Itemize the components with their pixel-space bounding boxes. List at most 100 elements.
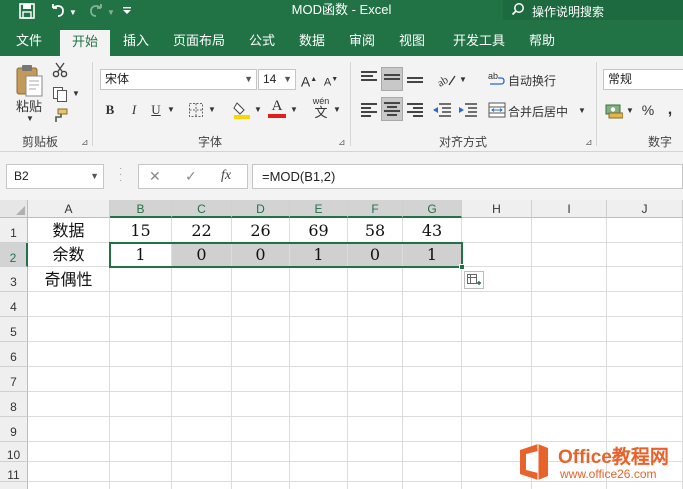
number-format-select[interactable]: 常规: [603, 69, 683, 90]
cell-d1[interactable]: 26: [232, 218, 290, 243]
cell-i3[interactable]: [532, 267, 607, 292]
cell-f9[interactable]: [348, 417, 403, 442]
cell-b4[interactable]: [110, 292, 172, 317]
cell-d4[interactable]: [232, 292, 290, 317]
tab-file[interactable]: 文件: [8, 26, 50, 56]
cell-g3[interactable]: [403, 267, 462, 292]
cell-d10[interactable]: [232, 442, 290, 462]
cell-d8[interactable]: [232, 392, 290, 417]
cell-f3[interactable]: [348, 267, 403, 292]
cell-a4[interactable]: [28, 292, 110, 317]
cell-f6[interactable]: [348, 342, 403, 367]
cell-d5[interactable]: [232, 317, 290, 342]
underline-dropdown-icon[interactable]: ▼: [167, 105, 175, 114]
phonetic-button[interactable]: wén 文: [310, 96, 332, 119]
cell-i1[interactable]: [532, 218, 607, 243]
shrink-font-button[interactable]: A▼: [322, 69, 340, 91]
bold-button[interactable]: B: [102, 99, 118, 121]
cell-c4[interactable]: [172, 292, 232, 317]
cell-a9[interactable]: [28, 417, 110, 442]
tell-me-search[interactable]: 操作说明搜索: [503, 0, 683, 20]
cell-j5[interactable]: [607, 317, 683, 342]
tab-view[interactable]: 视图: [392, 26, 432, 56]
cell-b10[interactable]: [110, 442, 172, 462]
wrap-text-button[interactable]: 自动换行: [508, 72, 556, 89]
column-header-c[interactable]: C: [172, 200, 232, 218]
cell-d11[interactable]: [232, 462, 290, 482]
cell-j7[interactable]: [607, 367, 683, 392]
fill-color-dropdown-icon[interactable]: ▼: [254, 105, 262, 114]
tab-formulas[interactable]: 公式: [242, 26, 282, 56]
cell-e5[interactable]: [290, 317, 348, 342]
cell-h4[interactable]: [462, 292, 532, 317]
copy-dropdown-icon[interactable]: ▼: [72, 89, 80, 98]
cell-b12[interactable]: [110, 482, 172, 489]
paste-dropdown-icon[interactable]: ▼: [26, 114, 34, 123]
align-left-button[interactable]: [358, 99, 380, 121]
cell-g8[interactable]: [403, 392, 462, 417]
select-all-button[interactable]: [0, 200, 28, 218]
increase-indent-icon[interactable]: [458, 102, 478, 118]
cell-a1[interactable]: 数据: [28, 218, 110, 243]
cell-g4[interactable]: [403, 292, 462, 317]
cell-a5[interactable]: [28, 317, 110, 342]
cell-a10[interactable]: [28, 442, 110, 462]
column-header-a[interactable]: A: [28, 200, 110, 218]
column-header-f[interactable]: F: [348, 200, 403, 218]
cell-i5[interactable]: [532, 317, 607, 342]
column-header-i[interactable]: I: [532, 200, 607, 218]
font-launcher-icon[interactable]: ⊿: [338, 137, 346, 148]
cell-b1[interactable]: 15: [110, 218, 172, 243]
cell-e6[interactable]: [290, 342, 348, 367]
name-box[interactable]: B2 ▼: [6, 164, 104, 189]
column-header-d[interactable]: D: [232, 200, 290, 218]
cell-f12[interactable]: [348, 482, 403, 489]
row-header-5[interactable]: 5: [0, 317, 28, 342]
cell-a2[interactable]: 余数: [28, 243, 110, 267]
cell-b2[interactable]: 1: [110, 243, 172, 267]
insert-function-icon[interactable]: fx: [221, 168, 231, 184]
cell-a12[interactable]: [28, 482, 110, 489]
row-header-8[interactable]: 8: [0, 392, 28, 417]
underline-button[interactable]: U: [148, 99, 164, 121]
merge-center-icon[interactable]: [488, 101, 506, 119]
cell-j8[interactable]: [607, 392, 683, 417]
align-middle-button[interactable]: [381, 67, 403, 91]
cell-e2[interactable]: 1: [290, 243, 348, 267]
cell-c10[interactable]: [172, 442, 232, 462]
font-size-select[interactable]: 14 ▼: [258, 69, 296, 90]
cell-c1[interactable]: 22: [172, 218, 232, 243]
cell-j3[interactable]: [607, 267, 683, 292]
column-header-h[interactable]: H: [462, 200, 532, 218]
cell-a8[interactable]: [28, 392, 110, 417]
cell-b7[interactable]: [110, 367, 172, 392]
row-header-2[interactable]: 2: [0, 243, 28, 267]
formula-input[interactable]: =MOD(B1,2): [252, 164, 683, 189]
cell-f5[interactable]: [348, 317, 403, 342]
alignment-launcher-icon[interactable]: ⊿: [585, 137, 593, 148]
row-header-3[interactable]: 3: [0, 267, 28, 292]
quick-analysis-icon[interactable]: [464, 271, 484, 289]
decrease-indent-icon[interactable]: [432, 102, 452, 118]
cell-b3[interactable]: [110, 267, 172, 292]
cell-f4[interactable]: [348, 292, 403, 317]
column-header-b[interactable]: B: [110, 200, 172, 218]
cell-c8[interactable]: [172, 392, 232, 417]
cell-i2[interactable]: [532, 243, 607, 267]
cell-b6[interactable]: [110, 342, 172, 367]
cell-g1[interactable]: 43: [403, 218, 462, 243]
cell-h7[interactable]: [462, 367, 532, 392]
cell-j6[interactable]: [607, 342, 683, 367]
row-header-12[interactable]: 12: [0, 482, 28, 489]
cell-g9[interactable]: [403, 417, 462, 442]
row-header-10[interactable]: 10: [0, 442, 28, 462]
cell-i8[interactable]: [532, 392, 607, 417]
format-painter-icon[interactable]: [52, 108, 70, 126]
cell-a3[interactable]: 奇偶性: [28, 267, 110, 292]
italic-button[interactable]: I: [126, 99, 142, 121]
font-color-button[interactable]: A: [268, 98, 286, 120]
cut-icon[interactable]: [52, 62, 70, 80]
phonetic-dropdown-icon[interactable]: ▼: [333, 105, 341, 114]
fill-handle[interactable]: [459, 264, 465, 270]
cell-c6[interactable]: [172, 342, 232, 367]
